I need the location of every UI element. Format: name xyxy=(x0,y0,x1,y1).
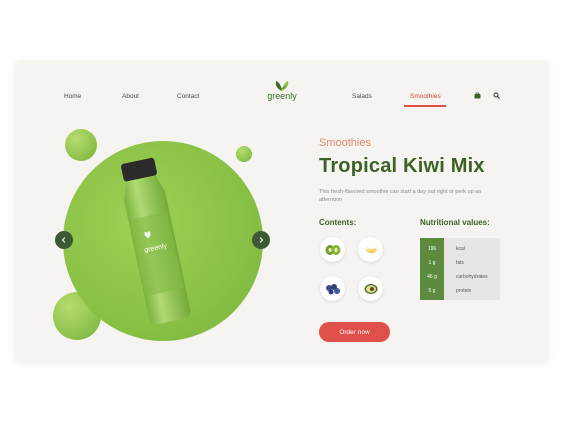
avocado-icon xyxy=(364,283,377,294)
logo-text: greenly xyxy=(267,91,297,101)
nutrition-label: kcal xyxy=(456,245,465,252)
ingredient-banana xyxy=(358,237,383,262)
nutrition-value: 1 g xyxy=(428,259,436,266)
nutrition-value: 196 xyxy=(427,245,437,252)
brand-logo[interactable]: greenly xyxy=(262,80,302,101)
blueberries-icon xyxy=(325,283,340,294)
active-nav-underline xyxy=(404,105,446,107)
chevron-right-icon xyxy=(259,237,264,243)
contents-heading: Contents: xyxy=(319,218,357,227)
nav-about[interactable]: About xyxy=(122,93,139,100)
nutrition-label: carbohydrates xyxy=(456,273,488,280)
table-row: 5 g protein xyxy=(420,284,500,297)
nav-salads[interactable]: Salads xyxy=(352,93,372,100)
nutrition-label: protein xyxy=(456,287,472,294)
search-icon[interactable] xyxy=(493,92,500,99)
nav-contact[interactable]: Contact xyxy=(177,93,199,100)
kiwi-icon xyxy=(325,244,340,255)
next-slide-button[interactable] xyxy=(252,231,270,249)
nutrition-heading: Nutritional values: xyxy=(420,218,490,227)
nutrition-value: 46 g xyxy=(427,273,437,280)
nav-smoothies[interactable]: Smoothies xyxy=(410,93,441,100)
product-description: This fresh-flavored smoothie can start a… xyxy=(319,189,482,203)
prev-slide-button[interactable] xyxy=(55,231,73,249)
table-row: 46 g carbohydrates xyxy=(420,270,500,283)
banana-icon xyxy=(364,245,378,253)
smoothie-bottle-image: greenly xyxy=(121,157,191,325)
ingredient-blueberries xyxy=(320,276,345,301)
table-row: 1 g fats xyxy=(420,256,500,269)
nutrition-table: 196 kcal 1 g fats 46 g carbohydrates 5 g… xyxy=(420,238,500,300)
product-title: Tropical Kiwi Mix xyxy=(319,155,485,177)
nutrition-value: 5 g xyxy=(428,287,436,294)
decor-bubble-small xyxy=(236,146,252,162)
ingredient-avocado xyxy=(358,276,383,301)
nav-home[interactable]: Home xyxy=(64,93,81,100)
nutrition-label: fats xyxy=(456,259,465,266)
ingredient-kiwi xyxy=(320,237,345,262)
chevron-left-icon xyxy=(61,237,66,243)
decor-bubble-top-left xyxy=(65,129,97,161)
shopping-bag-icon[interactable] xyxy=(474,92,481,99)
order-now-button[interactable]: Order now xyxy=(319,322,390,342)
table-row: 196 kcal xyxy=(420,242,500,255)
product-category: Smoothies xyxy=(319,137,371,149)
